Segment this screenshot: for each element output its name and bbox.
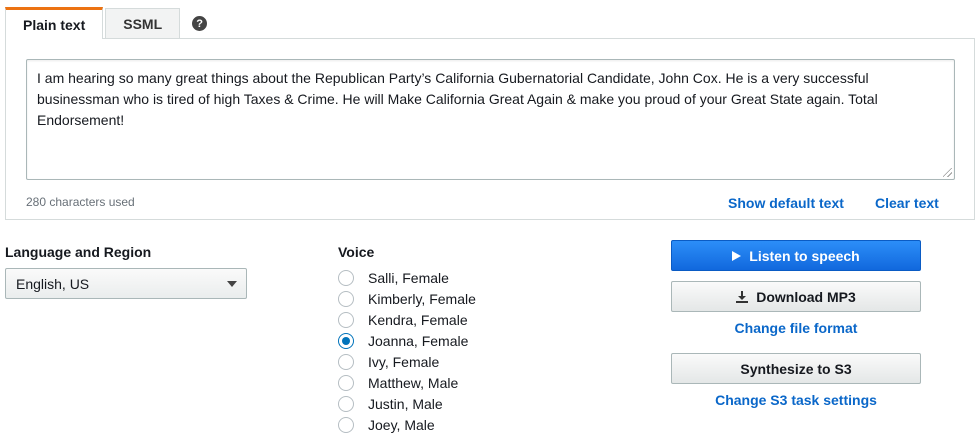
voice-option-label: Salli, Female <box>368 269 449 286</box>
change-s3-task-settings-link[interactable]: Change S3 task settings <box>671 392 921 408</box>
radio-button[interactable] <box>338 290 354 307</box>
radio-button[interactable] <box>338 269 354 286</box>
language-selected-value: English, US <box>16 275 90 292</box>
synthesize-to-s3-button[interactable]: Synthesize to S3 <box>671 353 921 384</box>
text-input-panel: I am hearing so many great things about … <box>5 38 975 220</box>
voice-option-joey[interactable]: Joey, Male <box>338 414 476 435</box>
radio-button[interactable] <box>338 374 354 391</box>
listen-to-speech-button[interactable]: Listen to speech <box>671 240 921 271</box>
input-mode-tabs: Plain text SSML ? <box>5 7 208 39</box>
change-file-format-link[interactable]: Change file format <box>671 320 921 336</box>
voice-option-kendra[interactable]: Kendra, Female <box>338 309 476 330</box>
voice-option-label: Joanna, Female <box>368 332 469 349</box>
tab-ssml[interactable]: SSML <box>105 8 181 39</box>
voice-option-kimberly[interactable]: Kimberly, Female <box>338 288 476 309</box>
voice-option-label: Matthew, Male <box>368 374 459 391</box>
voice-option-matthew[interactable]: Matthew, Male <box>338 372 476 393</box>
speech-text-value: I am hearing so many great things about … <box>37 70 878 128</box>
synthesize-button-label: Synthesize to S3 <box>740 360 852 377</box>
voice-option-salli[interactable]: Salli, Female <box>338 267 476 288</box>
voice-radio-group: Salli, Female Kimberly, Female Kendra, F… <box>338 267 476 435</box>
voice-option-ivy[interactable]: Ivy, Female <box>338 351 476 372</box>
listen-button-label: Listen to speech <box>749 247 860 264</box>
tab-plain-text[interactable]: Plain text <box>5 7 104 39</box>
download-mp3-button[interactable]: Download MP3 <box>671 281 921 312</box>
radio-button-selected[interactable] <box>338 332 354 349</box>
clear-text-link[interactable]: Clear text <box>875 195 939 211</box>
voice-option-label: Kimberly, Female <box>368 290 476 307</box>
voice-option-label: Justin, Male <box>368 395 443 412</box>
radio-button[interactable] <box>338 395 354 412</box>
help-icon[interactable]: ? <box>192 16 208 31</box>
language-region-label: Language and Region <box>5 244 152 260</box>
voice-option-joanna[interactable]: Joanna, Female <box>338 330 476 351</box>
speech-text-input[interactable]: I am hearing so many great things about … <box>26 59 955 180</box>
resize-handle-icon[interactable] <box>943 168 952 177</box>
voice-option-label: Joey, Male <box>368 416 435 433</box>
voice-option-label: Ivy, Female <box>368 353 440 370</box>
language-region-select[interactable]: English, US <box>5 268 247 299</box>
radio-button[interactable] <box>338 353 354 370</box>
radio-button[interactable] <box>338 416 354 433</box>
show-default-text-link[interactable]: Show default text <box>728 195 844 211</box>
play-icon <box>732 250 742 261</box>
download-button-label: Download MP3 <box>756 288 856 305</box>
voice-label: Voice <box>338 244 375 260</box>
radio-button[interactable] <box>338 311 354 328</box>
character-count: 280 characters used <box>26 195 135 209</box>
voice-option-justin[interactable]: Justin, Male <box>338 393 476 414</box>
caret-down-icon <box>227 281 237 287</box>
voice-option-label: Kendra, Female <box>368 311 468 328</box>
download-icon <box>736 290 749 303</box>
